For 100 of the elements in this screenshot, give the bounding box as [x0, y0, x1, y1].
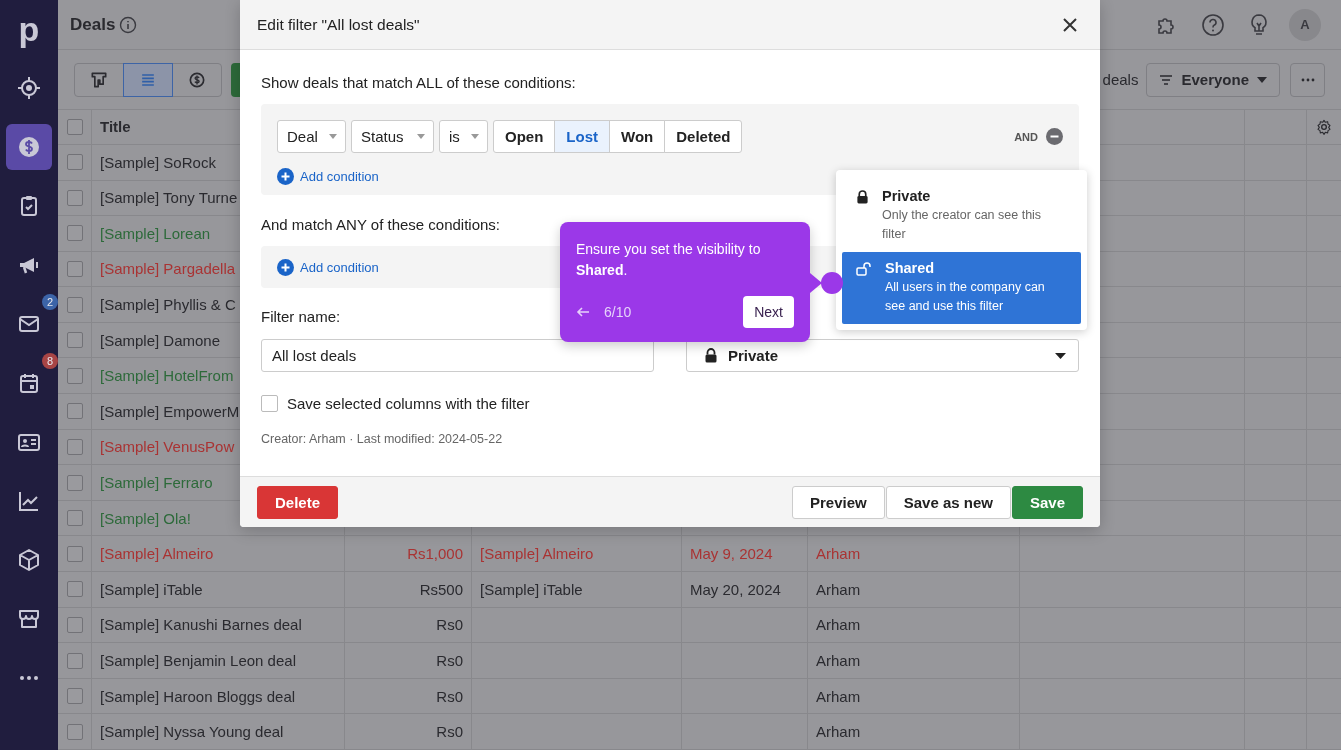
filter-name-field[interactable]: All lost deals [261, 339, 654, 372]
close-icon[interactable] [1063, 17, 1077, 32]
plus-icon [277, 259, 294, 276]
page-title: Deals [70, 14, 116, 35]
settings-icon[interactable] [1316, 118, 1332, 135]
owner-name: Arham [816, 652, 861, 669]
owner-name: Arham [816, 545, 861, 563]
step-counter: 6/10 [604, 304, 632, 320]
sidebar-item[interactable] [17, 489, 41, 513]
save-as-new-button[interactable]: Save as new [885, 485, 1011, 519]
view-toggle[interactable] [123, 62, 173, 97]
save-button[interactable]: Save [1011, 485, 1083, 519]
remove-icon[interactable] [1046, 128, 1063, 145]
deal-title[interactable]: [Sample] Benjamin Leon deal [100, 652, 296, 669]
delete-button[interactable]: Delete [257, 485, 339, 519]
deal-value: Rs500 [419, 580, 463, 598]
lock-icon [704, 348, 718, 363]
target-icon [17, 76, 41, 100]
section-heading: Show deals that match ALL of these conditions: [261, 74, 576, 92]
owner-name: Arham [816, 687, 861, 705]
sidebar-item[interactable] [17, 607, 41, 631]
sidebar-item[interactable] [17, 371, 41, 395]
status-option[interactable]: Open [493, 120, 556, 153]
notification-badge: 8 [42, 353, 58, 369]
deal-value: Rs0 [436, 616, 463, 634]
help-icon[interactable] [1201, 12, 1225, 37]
store-icon [17, 607, 41, 631]
deal-title[interactable]: [Sample] EmpowerM [100, 402, 240, 420]
view-toggle[interactable] [74, 62, 124, 97]
row-checkbox[interactable] [66, 403, 83, 420]
row-checkbox[interactable] [66, 688, 83, 705]
organization-name[interactable]: [Sample] iTable [480, 580, 583, 598]
row-checkbox[interactable] [66, 332, 83, 349]
row-checkbox[interactable] [66, 296, 83, 313]
row-checkbox[interactable] [66, 545, 83, 562]
select-all-checkbox[interactable] [66, 118, 83, 135]
row-checkbox[interactable] [66, 189, 83, 206]
row-checkbox[interactable] [66, 510, 83, 527]
filter-icon [1159, 73, 1174, 86]
deal-title[interactable]: [Sample] Damone [100, 331, 221, 349]
section-heading: And match ANY of these conditions: [261, 216, 501, 234]
owner-name: Arham [816, 723, 861, 741]
condition-select[interactable]: is [439, 120, 488, 153]
row-checkbox[interactable] [66, 154, 83, 171]
deal-title[interactable]: [Sample] Phyllis & C [100, 296, 236, 314]
checkbox[interactable] [261, 395, 278, 412]
deal-value: Rs0 [436, 723, 463, 741]
row-checkbox[interactable] [66, 438, 83, 455]
status-option[interactable]: Lost [554, 120, 610, 153]
owner-name: Arham [816, 580, 861, 598]
unlocked-lock-icon [856, 262, 872, 276]
deal-value: Rs1,000 [407, 545, 463, 563]
visibility-option[interactable]: Shared All users in the company can see and use this filter [842, 252, 1081, 324]
sidebar-item[interactable] [17, 76, 41, 100]
condition-select[interactable]: Status [351, 120, 434, 153]
row-checkbox[interactable] [66, 225, 83, 242]
caret-icon [1055, 352, 1066, 359]
avatar[interactable]: A [1289, 8, 1321, 41]
deal-title[interactable]: [Sample] SoRock [100, 153, 216, 171]
row-checkbox[interactable] [66, 723, 83, 740]
sidebar-item[interactable] [17, 548, 41, 572]
deal-value: Rs0 [436, 652, 463, 669]
caret-icon [329, 134, 337, 139]
deal-title[interactable]: [Sample] Haroon Bloggs deal [100, 687, 296, 705]
caret-icon [471, 134, 479, 139]
deal-value: Rs0 [436, 687, 463, 705]
dialog-title: Edit filter "All lost deals" [257, 15, 420, 34]
tooltip-text: Ensure you set the visibility to Shared. [576, 240, 762, 280]
logo[interactable]: p [18, 0, 40, 58]
add-condition-link[interactable]: Add condition [277, 259, 379, 276]
row-checkbox[interactable] [66, 652, 83, 669]
deal-title[interactable]: [Sample] Kanushi Barnes deal [100, 616, 302, 634]
caret-icon [1257, 76, 1267, 83]
deal-title[interactable]: [Sample] iTable [100, 580, 203, 598]
back-arrow-icon[interactable] [576, 307, 590, 317]
owner-name: Arham [816, 616, 861, 634]
add-condition-link[interactable]: Add condition [277, 168, 379, 185]
row-checkbox[interactable] [66, 261, 83, 277]
deal-title[interactable]: [Sample] Nyssa Young deal [100, 723, 284, 741]
row-checkbox[interactable] [66, 616, 83, 633]
status-option[interactable]: Won [609, 120, 666, 153]
deal-date: May 20, 2024 [690, 580, 781, 598]
info-icon[interactable] [119, 15, 138, 34]
visibility-option[interactable]: Private Only the creator can see this filter [842, 180, 1081, 252]
sidebar-item[interactable] [6, 124, 52, 170]
condition-select[interactable]: Deal [277, 120, 346, 153]
row-checkbox[interactable] [66, 581, 83, 598]
deal-title[interactable]: [Sample] Tony Turne [100, 189, 238, 207]
joiner-label: AND [1014, 130, 1038, 143]
checkbox-label: Save selected columns with the filter [287, 395, 530, 412]
row-checkbox[interactable] [66, 474, 83, 491]
row-checkbox[interactable] [66, 367, 83, 384]
lock-icon [856, 190, 869, 204]
filter-metadata: Creator: Arham · Last modified: 2024-05-22 [261, 432, 504, 446]
preview-button[interactable]: Preview [792, 485, 885, 519]
next-button[interactable]: Next [743, 296, 794, 328]
status-option[interactable]: Deleted [664, 120, 743, 153]
field-label: Filter name: [261, 308, 341, 326]
filter-button[interactable]: Everyone [1146, 62, 1280, 97]
view-toggle[interactable] [172, 62, 222, 97]
